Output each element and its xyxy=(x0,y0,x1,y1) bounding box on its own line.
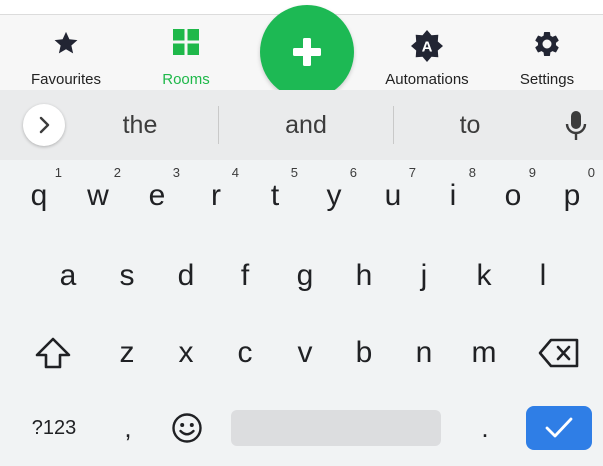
enter-key[interactable] xyxy=(526,406,592,450)
automation-badge-letter: A xyxy=(422,39,433,56)
key-n[interactable]: n xyxy=(395,321,453,385)
nav-item-automations[interactable]: A Automations xyxy=(367,15,487,91)
automation-badge-icon: A xyxy=(410,29,444,68)
key-w[interactable]: w2 xyxy=(69,164,127,228)
key-l[interactable]: l xyxy=(514,244,572,308)
key-f[interactable]: f xyxy=(216,244,274,308)
key-z[interactable]: z xyxy=(98,321,156,385)
key-c[interactable]: c xyxy=(216,321,274,385)
shift-icon xyxy=(35,337,71,369)
key-p[interactable]: p0 xyxy=(543,164,601,228)
key-hint: 7 xyxy=(408,165,416,180)
suggestion-divider xyxy=(393,106,394,144)
nav-label-automations: Automations xyxy=(385,71,469,88)
emoji-key[interactable] xyxy=(171,412,203,449)
key-o[interactable]: o9 xyxy=(484,164,542,228)
nav-label-favourites: Favourites xyxy=(30,71,102,88)
add-button[interactable] xyxy=(260,5,354,99)
suggestion-word[interactable]: and xyxy=(236,90,376,160)
key-r[interactable]: r4 xyxy=(187,164,245,228)
space-bar[interactable] xyxy=(231,410,441,446)
key-m[interactable]: m xyxy=(455,321,513,385)
symbols-key[interactable]: ?123 xyxy=(22,410,86,446)
suggestion-strip: the and to xyxy=(0,90,603,160)
key-hint: 0 xyxy=(587,165,595,180)
keyboard: q1 w2 e3 r4 t5 y6 u7 i8 o9 p0 a s d f g … xyxy=(0,160,603,466)
voice-input-button[interactable] xyxy=(565,110,587,147)
shift-key[interactable] xyxy=(34,336,72,375)
nav-item-rooms[interactable]: Rooms xyxy=(126,15,246,91)
key-hint: 5 xyxy=(290,165,298,180)
checkmark-icon xyxy=(545,417,573,438)
plus-icon xyxy=(293,38,321,66)
grid-icon xyxy=(173,29,199,60)
key-d[interactable]: d xyxy=(157,244,215,308)
microphone-icon xyxy=(565,111,587,140)
comma-key[interactable]: , xyxy=(108,406,148,450)
nav-label-settings: Settings xyxy=(519,71,575,88)
expand-toolbar-button[interactable] xyxy=(23,104,65,146)
suggestion-divider xyxy=(218,106,219,144)
key-k[interactable]: k xyxy=(455,244,513,308)
key-b[interactable]: b xyxy=(335,321,393,385)
key-q[interactable]: q1 xyxy=(10,164,68,228)
chevron-right-icon xyxy=(39,116,50,134)
key-hint: 8 xyxy=(468,165,476,180)
key-u[interactable]: u7 xyxy=(364,164,422,228)
period-key[interactable]: . xyxy=(465,406,505,450)
key-hint: 1 xyxy=(54,165,62,180)
key-e[interactable]: e3 xyxy=(128,164,186,228)
nav-item-settings[interactable]: Settings xyxy=(487,15,603,91)
key-x[interactable]: x xyxy=(157,321,215,385)
key-hint: 3 xyxy=(172,165,180,180)
key-i[interactable]: i8 xyxy=(424,164,482,228)
key-s[interactable]: s xyxy=(98,244,156,308)
key-hint: 2 xyxy=(113,165,121,180)
suggestion-word[interactable]: to xyxy=(410,90,530,160)
nav-item-favourites[interactable]: Favourites xyxy=(6,15,126,91)
key-g[interactable]: g xyxy=(276,244,334,308)
suggestion-word[interactable]: the xyxy=(80,90,200,160)
key-a[interactable]: a xyxy=(39,244,97,308)
key-hint: 6 xyxy=(349,165,357,180)
key-y[interactable]: y6 xyxy=(305,164,363,228)
key-hint: 9 xyxy=(528,165,536,180)
key-t[interactable]: t5 xyxy=(246,164,304,228)
key-v[interactable]: v xyxy=(276,321,334,385)
emoji-icon xyxy=(172,413,202,443)
star-icon xyxy=(52,29,80,62)
nav-label-rooms: Rooms xyxy=(162,71,210,88)
backspace-key[interactable] xyxy=(538,338,580,373)
backspace-icon xyxy=(538,338,579,368)
key-hint: 4 xyxy=(231,165,239,180)
key-j[interactable]: j xyxy=(395,244,453,308)
key-h[interactable]: h xyxy=(335,244,393,308)
gear-icon xyxy=(532,29,562,64)
